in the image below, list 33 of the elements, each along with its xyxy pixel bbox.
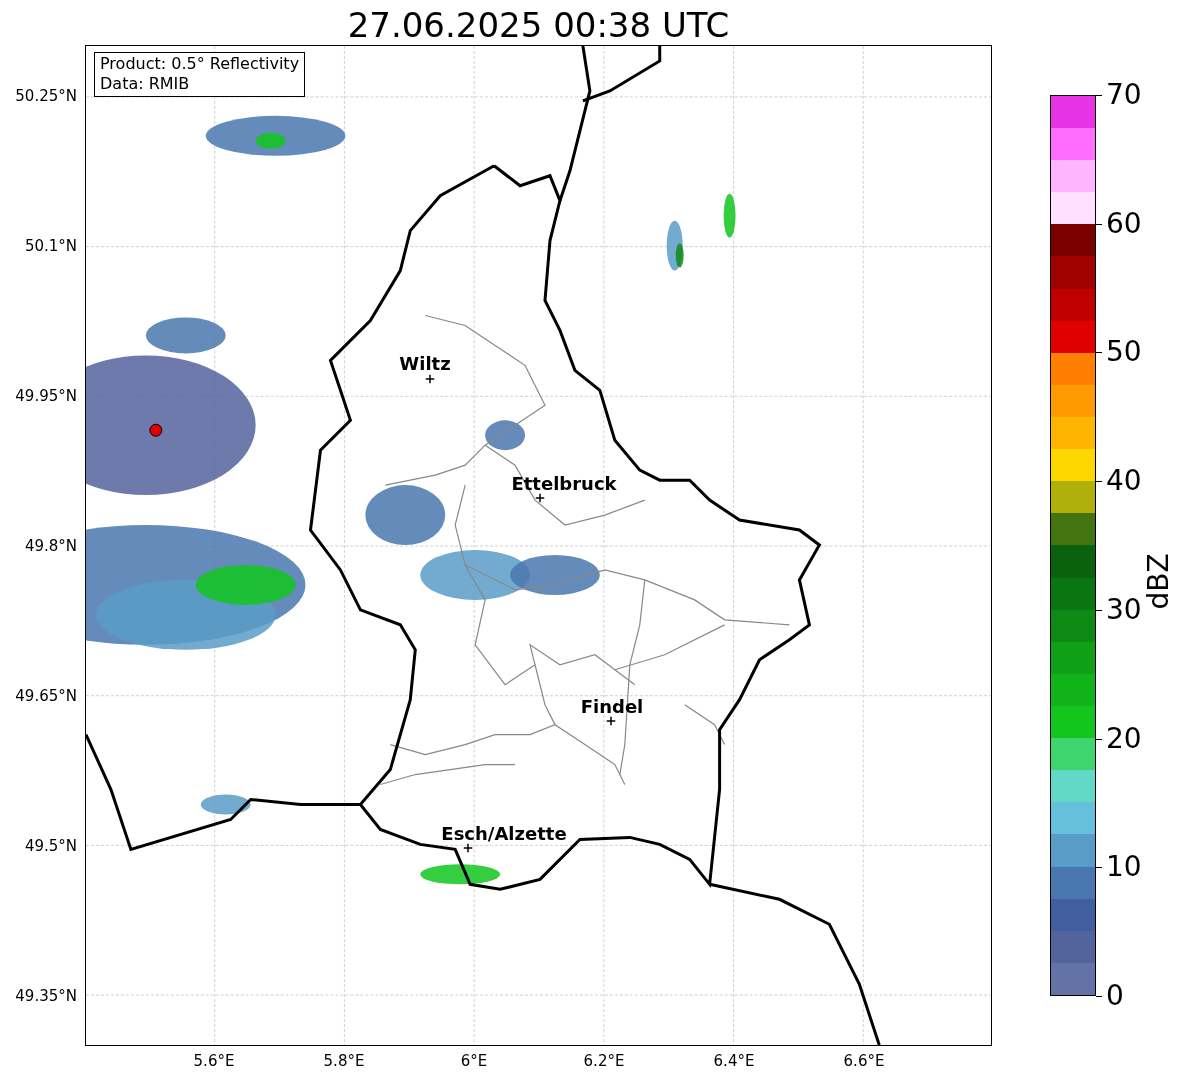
- city-label: Findel: [580, 695, 644, 717]
- colorbar-tick-label: 60: [1106, 208, 1142, 239]
- colorbar-tick-label: 10: [1106, 852, 1142, 883]
- colorbar-label: dBZ: [1141, 553, 1175, 610]
- colorbar-tick-label: 50: [1106, 337, 1142, 368]
- cross-marker-icon: [535, 493, 545, 503]
- longitude-tick-label: 6.6°E: [843, 1052, 885, 1070]
- latitude-tick-label: 49.35°N: [15, 987, 77, 1005]
- city-label: Wiltz: [399, 352, 451, 374]
- colorbar-tick-label: 30: [1106, 594, 1142, 625]
- longitude-tick-label: 6°E: [460, 1052, 488, 1070]
- colorbar-tick-label: 0: [1106, 981, 1124, 1011]
- latitude-tick-label: 49.65°N: [15, 687, 77, 705]
- cross-marker-icon: [463, 843, 473, 853]
- latitude-tick-label: 49.5°N: [24, 837, 77, 855]
- chart-title: 27.06.2025 00:38 UTC: [347, 5, 730, 45]
- longitude-tick-label: 6.4°E: [713, 1052, 755, 1070]
- latitude-tick-label: 49.95°N: [15, 387, 77, 405]
- colorbar-tick-label: 40: [1106, 466, 1142, 497]
- city-label: Ettelbruck: [511, 472, 617, 494]
- latitude-tick-label: 49.8°N: [24, 537, 77, 555]
- cross-marker-icon: [606, 716, 616, 726]
- longitude-tick-label: 6.2°E: [583, 1052, 625, 1070]
- city-label: Esch/Alzette: [441, 822, 567, 844]
- colorbar-tick-label: 70: [1106, 80, 1142, 110]
- longitude-tick-label: 5.6°E: [193, 1052, 235, 1070]
- latitude-tick-label: 50.1°N: [24, 237, 77, 255]
- cross-marker-icon: [425, 374, 435, 384]
- legend-text: Data: RMIB: [100, 74, 191, 94]
- longitude-tick-label: 5.8°E: [323, 1052, 365, 1070]
- latitude-tick-label: 50.25°N: [15, 87, 77, 105]
- colorbar-tick-label: 20: [1106, 723, 1142, 754]
- legend-text: Product: 0.5° Reflectivity: [100, 54, 300, 74]
